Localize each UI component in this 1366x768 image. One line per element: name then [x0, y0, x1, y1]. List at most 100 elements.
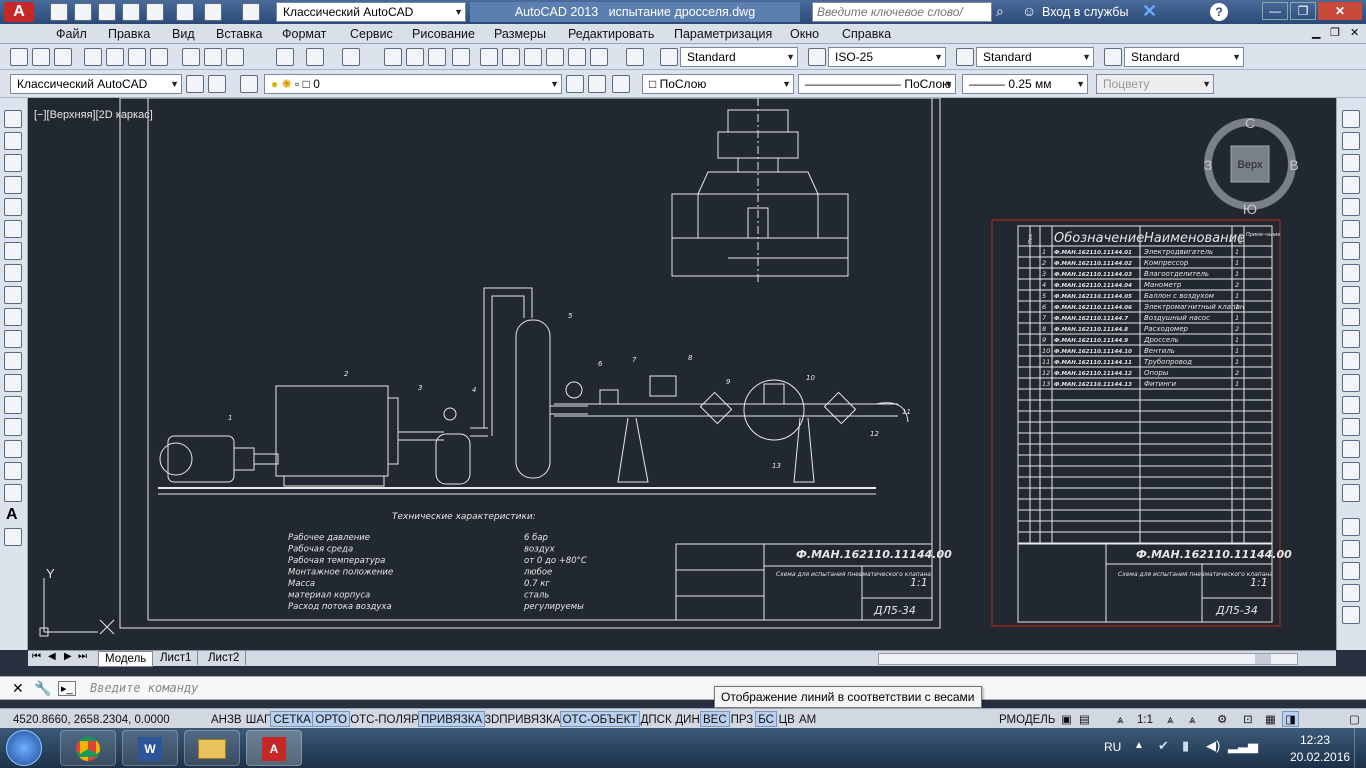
- open-icon[interactable]: [74, 3, 92, 21]
- status-toggle-дин[interactable]: ДИН: [672, 711, 702, 727]
- rotate-icon[interactable]: [1342, 242, 1360, 260]
- explode-icon[interactable]: [1342, 484, 1360, 502]
- status-toggle-отс-объект[interactable]: ОТС-ОБЪЕКТ: [559, 711, 641, 727]
- spline-icon[interactable]: [4, 286, 22, 304]
- hardware-accel-icon[interactable]: ▦: [1262, 711, 1279, 727]
- saveas-icon[interactable]: [122, 3, 140, 21]
- search-input[interactable]: Введите ключевое слово/фразу: [812, 2, 992, 37]
- plotstyle-select[interactable]: Поцвету ▼: [1096, 74, 1214, 94]
- status-toggle-ам[interactable]: АМ: [796, 711, 819, 727]
- table-icon[interactable]: [4, 484, 22, 502]
- chamfer-icon[interactable]: [1342, 418, 1360, 436]
- tray-arrow-icon[interactable]: ▲: [1134, 740, 1144, 751]
- status-toggle-шаг[interactable]: ШАГ: [243, 711, 273, 727]
- status-toggle-вес[interactable]: ВЕС: [700, 711, 730, 727]
- battery-icon[interactable]: ▮: [1182, 738, 1189, 754]
- viewcube-south[interactable]: Ю: [1243, 201, 1257, 217]
- menu-minimize-icon[interactable]: ▁: [1312, 26, 1320, 39]
- text-style-select[interactable]: Standard ▼: [680, 47, 798, 67]
- menu-insert[interactable]: Вставка: [216, 27, 262, 41]
- status-toggle-сетка[interactable]: СЕТКА: [270, 711, 314, 727]
- mirror-icon[interactable]: [1342, 154, 1360, 172]
- table-style-icon[interactable]: [956, 48, 974, 66]
- 3dprint-icon[interactable]: [150, 48, 168, 66]
- mtext-icon[interactable]: A: [6, 506, 18, 524]
- cut-icon[interactable]: [182, 48, 200, 66]
- redo-icon[interactable]: [242, 3, 260, 21]
- start-button[interactable]: [6, 730, 42, 766]
- explorer-taskbar-icon[interactable]: [184, 730, 240, 766]
- drawing-canvas[interactable]: 1 Ф.МАН.162110.11144.01 Электродвигатель 1 2…: [28, 98, 1336, 650]
- clock-time[interactable]: 12:23: [1300, 733, 1330, 747]
- show-desktop-button[interactable]: [1354, 728, 1366, 768]
- designcenter-icon[interactable]: [502, 48, 520, 66]
- zoom-previous-icon[interactable]: [452, 48, 470, 66]
- minimize-button[interactable]: —: [1262, 2, 1288, 20]
- prev-tab-arrow-icon[interactable]: ◀: [48, 651, 56, 662]
- word-taskbar-icon[interactable]: W: [122, 730, 178, 766]
- publish-icon[interactable]: [128, 48, 146, 66]
- lock-ui-icon[interactable]: ⊡: [1240, 711, 1256, 727]
- groupedit-icon[interactable]: [1342, 584, 1360, 602]
- region-icon[interactable]: [4, 462, 22, 480]
- dim-style-icon[interactable]: [808, 48, 826, 66]
- make-block-icon[interactable]: [4, 374, 22, 392]
- print-icon[interactable]: [84, 48, 102, 66]
- group-icon[interactable]: [1342, 540, 1360, 558]
- move-icon[interactable]: [1342, 220, 1360, 238]
- quickcalc-icon[interactable]: [590, 48, 608, 66]
- gradient-icon[interactable]: [4, 440, 22, 458]
- menu-help[interactable]: Справка: [842, 27, 891, 41]
- pan-icon[interactable]: [384, 48, 402, 66]
- line-icon[interactable]: [4, 110, 22, 128]
- menu-file[interactable]: Файл: [56, 27, 87, 41]
- array-icon[interactable]: [1342, 198, 1360, 216]
- ungroup-icon[interactable]: [1342, 562, 1360, 580]
- network-icon[interactable]: ✔: [1158, 738, 1169, 754]
- next-tab-arrow-icon[interactable]: ▶: [64, 651, 72, 662]
- copy-object-icon[interactable]: [1342, 132, 1360, 150]
- mleader-style-select[interactable]: Standard ▼: [1124, 47, 1244, 67]
- status-toggle-орто[interactable]: ОРТО: [312, 711, 350, 727]
- text-style-icon[interactable]: [660, 48, 678, 66]
- ellipse-arc-icon[interactable]: [4, 330, 22, 348]
- signal-icon[interactable]: ▂▃▅: [1228, 738, 1258, 754]
- menu-dimension[interactable]: Размеры: [494, 27, 546, 41]
- workspace-settings-icon[interactable]: [186, 75, 204, 93]
- autocad-taskbar-icon[interactable]: A: [246, 730, 302, 766]
- exchange-icon[interactable]: ✕: [1142, 1, 1157, 22]
- workspace-switching-icon[interactable]: ⚙: [1214, 711, 1230, 727]
- polygon-icon[interactable]: [4, 176, 22, 194]
- status-toggle-отс-поляр[interactable]: ОТС-ПОЛЯР: [347, 711, 422, 727]
- annotation-scale-value[interactable]: 1:1: [1134, 711, 1156, 727]
- binoculars-icon[interactable]: ⌕: [996, 3, 1014, 21]
- layer-select[interactable]: ● ✺ ▫ □ 0 ▼: [264, 74, 562, 94]
- status-toggle-дпск[interactable]: ДПСК: [638, 711, 675, 727]
- layer-previous-icon[interactable]: [588, 75, 606, 93]
- status-toggle-привязка[interactable]: ПРИВЯЗКА: [418, 711, 486, 727]
- last-tab-arrow-icon[interactable]: ⏭: [78, 651, 87, 662]
- xline-icon[interactable]: [4, 132, 22, 150]
- annotation-visibility-icon[interactable]: ⩓: [1164, 711, 1177, 727]
- new-icon[interactable]: [50, 3, 68, 21]
- undo-icon[interactable]: [306, 48, 324, 66]
- status-toggle-цв[interactable]: ЦВ: [776, 711, 798, 727]
- menu-restore-icon[interactable]: ❐: [1330, 26, 1340, 39]
- draworder-icon[interactable]: [1342, 518, 1360, 536]
- sheetset-icon[interactable]: [546, 48, 564, 66]
- ellipse-icon[interactable]: [4, 308, 22, 326]
- language-indicator[interactable]: RU: [1104, 740, 1121, 754]
- table-style-select[interactable]: Standard ▼: [976, 47, 1094, 67]
- rectangle-icon[interactable]: [4, 198, 22, 216]
- customize-icon[interactable]: [208, 75, 226, 93]
- open-icon[interactable]: [32, 48, 50, 66]
- workspace-combo[interactable]: Классический AutoCAD ▼: [10, 74, 182, 94]
- extend-icon[interactable]: [1342, 330, 1360, 348]
- redo-icon[interactable]: [342, 48, 360, 66]
- zoom-realtime-icon[interactable]: [406, 48, 424, 66]
- autoscale-icon[interactable]: ⩓: [1186, 711, 1199, 727]
- fillet-icon[interactable]: [1342, 440, 1360, 458]
- menu-close-icon[interactable]: ✕: [1350, 26, 1359, 39]
- viewcube-top[interactable]: Верх: [1238, 159, 1263, 171]
- qnew-icon[interactable]: [10, 48, 28, 66]
